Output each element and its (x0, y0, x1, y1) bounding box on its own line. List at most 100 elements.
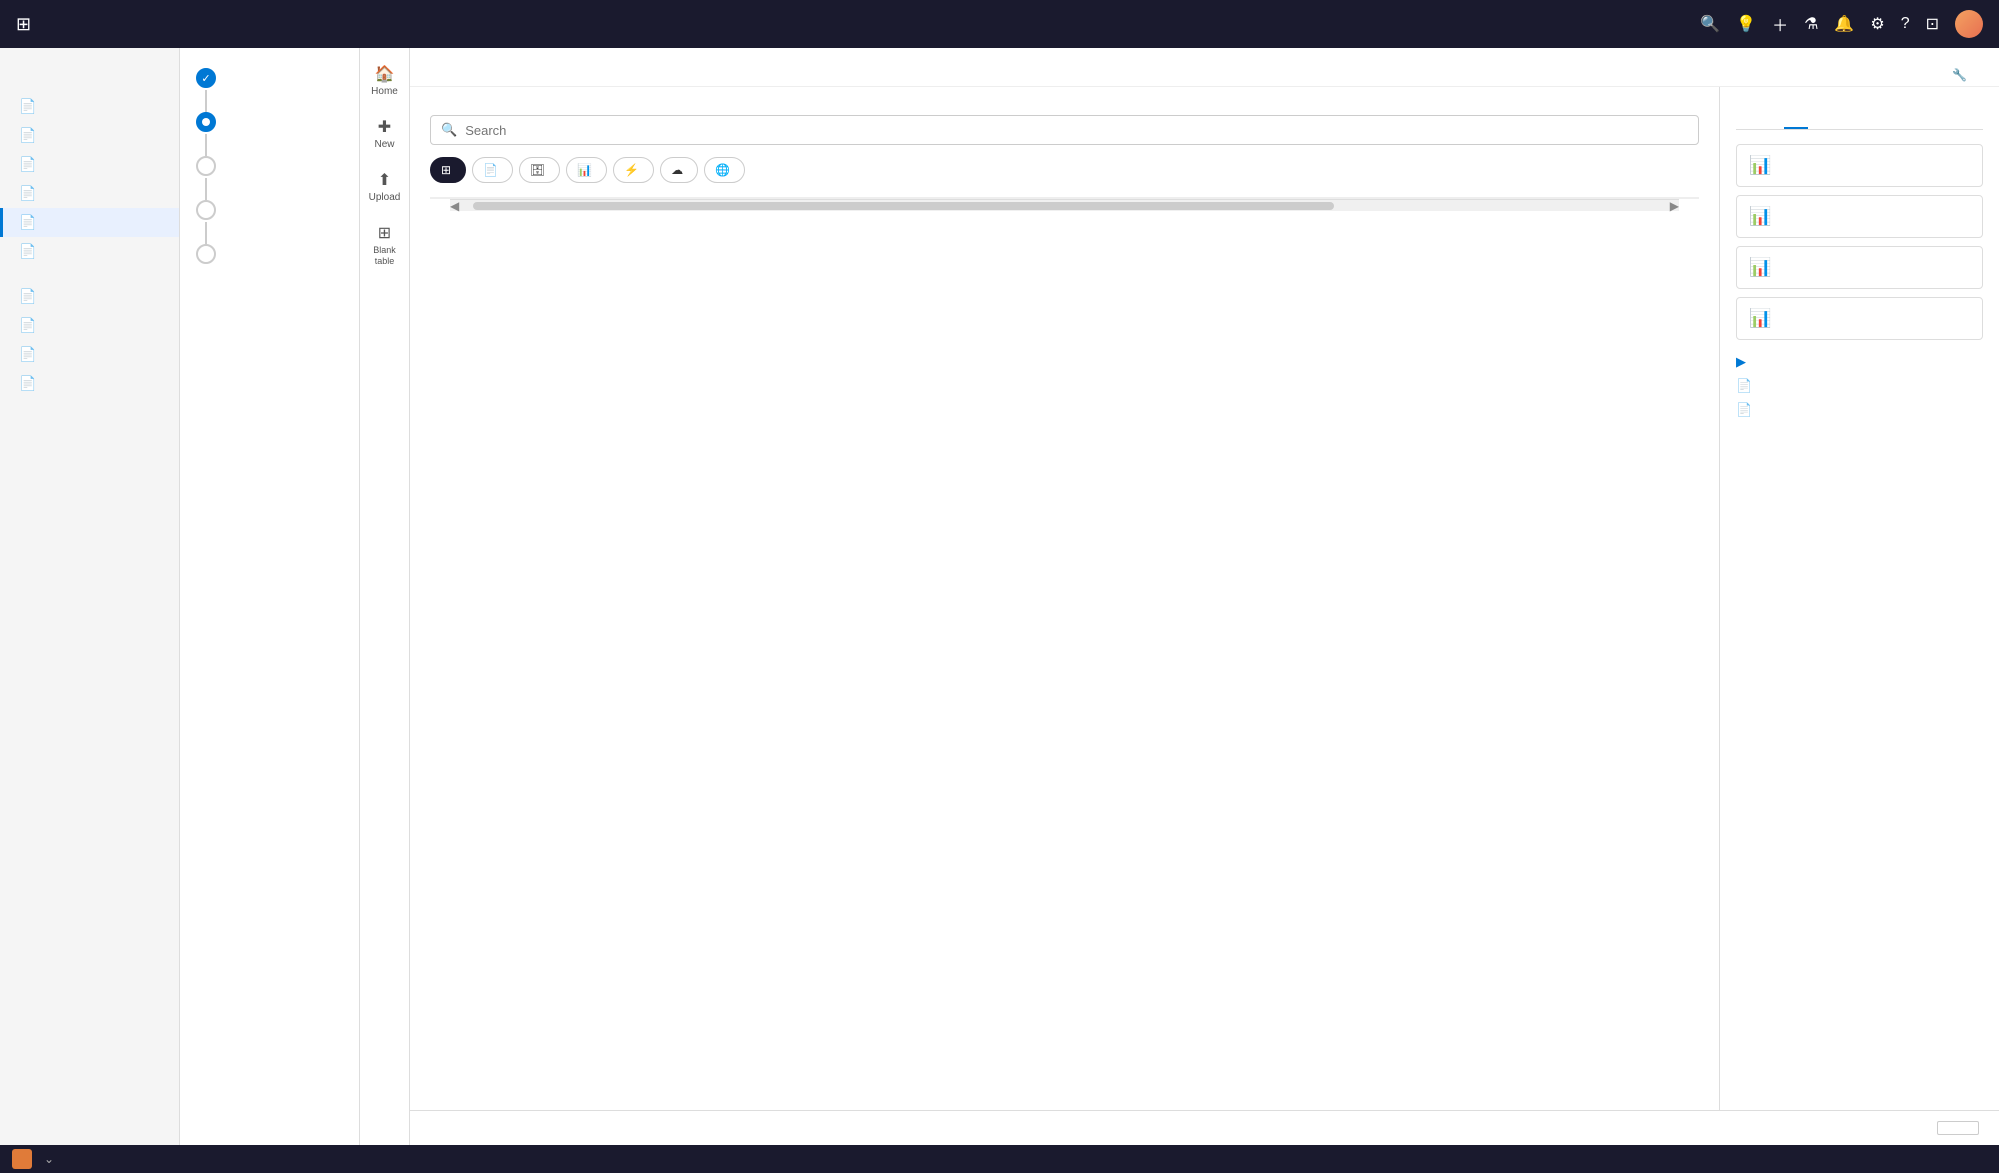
alloc-profiles-icon: 📄 (19, 375, 35, 392)
tip-video-icon: ▶ (1736, 354, 1746, 370)
sidebar-item-calculation-models[interactable]: 📄 (0, 311, 179, 340)
sidebar-section-calculations (0, 266, 179, 282)
blank-table-icon: ⊞ (378, 223, 391, 243)
sidebar-item-factor-libraries[interactable]: 📄 (0, 282, 179, 311)
main-content: 🔧 🔍 ⊞ (410, 48, 1999, 1145)
filter-azure-icon: ☁ (671, 163, 683, 177)
wizard-step-4 (196, 200, 343, 220)
sidebar-item-allocation-profiles[interactable]: 📄 (0, 369, 179, 398)
content-body: 🔍 ⊞ 📄 🗄 (410, 87, 1999, 1110)
step-2-circle (196, 112, 216, 132)
wizard-step-2 (196, 112, 343, 132)
carbon-activities-icon: 📄 (19, 98, 35, 115)
filter-tab-all[interactable]: ⊞ (430, 157, 466, 183)
tab-checklist[interactable] (1760, 115, 1784, 129)
filter-all-icon: ⊞ (441, 163, 451, 177)
data-imports-icon: 📄 (19, 214, 35, 231)
filter-tab-azure[interactable]: ☁ (660, 157, 698, 183)
nav-strip: 🏠 Home ✚ New ⬆ Upload ⊞ Blank table (360, 48, 410, 1145)
waste-data-icon: 📄 (19, 156, 35, 173)
template-item-carbon-activity: 📊 (1736, 195, 1983, 238)
tab-data[interactable] (1736, 115, 1760, 129)
calc-models-icon: 📄 (19, 317, 35, 334)
tip-video[interactable]: ▶ (1736, 354, 1983, 370)
template-carbon-emissions-icon: 📊 (1749, 257, 1771, 278)
home-icon: 🏠 (375, 64, 395, 84)
sidebar-item-water-data[interactable]: 📄 (0, 121, 179, 150)
lightbulb-icon[interactable]: 💡 (1736, 14, 1756, 34)
layout-icon[interactable]: ⊡ (1926, 14, 1939, 34)
hide-tools-button[interactable]: 🔧 (1944, 64, 1979, 86)
tab-templates-tips[interactable] (1784, 115, 1808, 129)
tip-transform-icon: 📄 (1736, 378, 1752, 394)
template-item-water: 📊 (1736, 297, 1983, 340)
nav-blank-table[interactable]: ⊞ Blank table (360, 215, 409, 275)
data-providers-icon: 📄 (19, 243, 35, 260)
upload-icon: ⬆ (378, 170, 391, 190)
filter-tab-fabric[interactable]: 📊 (566, 157, 607, 183)
status-item-data: ⌄ (12, 1149, 54, 1169)
filter-icon[interactable]: ⚗ (1804, 14, 1818, 34)
right-panel-tabs (1736, 115, 1983, 130)
template-water-icon: 📊 (1749, 308, 1771, 329)
search-icon[interactable]: 🔍 (1700, 14, 1720, 34)
water-data-icon: 📄 (19, 127, 35, 144)
new-icon: ✚ (378, 117, 391, 137)
cancel-button[interactable] (1937, 1121, 1979, 1135)
filter-pp-icon: ⚡ (624, 163, 639, 177)
filter-online-icon: 🌐 (715, 163, 730, 177)
avatar[interactable] (1955, 10, 1983, 38)
filter-database-icon: 🗄 (530, 163, 545, 177)
horizontal-scrollbar[interactable]: ◀ ▶ (450, 199, 1679, 211)
status-icon (12, 1149, 32, 1169)
template-item-reference: 📊 (1736, 144, 1983, 187)
search-bar: 🔍 (430, 115, 1699, 145)
app-grid-icon[interactable]: ⊞ (16, 14, 31, 35)
step-4-circle (196, 200, 216, 220)
status-chevron-icon[interactable]: ⌄ (44, 1152, 54, 1166)
wizard-step-1: ✓ (196, 68, 343, 88)
left-sidebar: 📄 📄 📄 📄 📄 📄 (0, 48, 180, 1145)
nav-new[interactable]: ✚ New (360, 109, 409, 158)
factor-libraries-icon: 📄 (19, 288, 35, 305)
sidebar-item-carbon-activities[interactable]: 📄 (0, 92, 179, 121)
search-input[interactable] (465, 123, 1688, 138)
tip-pq-icon: 📄 (1736, 402, 1752, 418)
filter-tab-database[interactable]: 🗄 (519, 157, 560, 183)
sidebar-item-calculation-profiles[interactable]: 📄 (0, 340, 179, 369)
bottom-bar (410, 1110, 1999, 1145)
template-carbon-activity-icon: 📊 (1749, 206, 1771, 227)
filter-fabric-icon: 📊 (577, 163, 592, 177)
topbar: ⊞ 🔍 💡 ＋ ⚗ 🔔 ⚙ ? ⊡ (0, 0, 1999, 48)
step-5-circle (196, 244, 216, 264)
wizard-step-5 (196, 244, 343, 264)
sidebar-item-data-capture[interactable]: 📄 (0, 179, 179, 208)
plus-icon[interactable]: ＋ (1772, 12, 1788, 36)
sidebar-item-waste-data[interactable]: 📄 (0, 150, 179, 179)
wizard-panel: ✓ (180, 48, 360, 1145)
sidebar-section-data-management (0, 80, 179, 92)
status-bar: ⌄ (0, 1145, 1999, 1173)
tip-power-query[interactable]: 📄 (1736, 402, 1983, 418)
topbar-icons: 🔍 💡 ＋ ⚗ 🔔 ⚙ ? ⊡ (1700, 10, 1983, 38)
question-icon[interactable]: ? (1901, 15, 1910, 33)
settings-icon[interactable]: ⚙ (1870, 14, 1884, 34)
filter-tab-file[interactable]: 📄 (472, 157, 513, 183)
step-3-circle (196, 156, 216, 176)
sidebar-item-data-imports[interactable]: 📄 (0, 208, 179, 237)
right-panel: 📊 📊 📊 (1719, 87, 1999, 1110)
template-reference-icon: 📊 (1749, 155, 1771, 176)
data-capture-icon: 📄 (19, 185, 35, 202)
wizard-step-3 (196, 156, 343, 176)
tip-transform-data[interactable]: 📄 (1736, 378, 1983, 394)
bell-icon[interactable]: 🔔 (1834, 14, 1854, 34)
nav-upload[interactable]: ⬆ Upload (360, 162, 409, 211)
filter-file-icon: 📄 (483, 163, 498, 177)
hamburger-menu[interactable] (0, 60, 179, 72)
filter-tab-power-platform[interactable]: ⚡ (613, 157, 654, 183)
filter-tabs: ⊞ 📄 🗄 📊 (430, 157, 1699, 183)
nav-home[interactable]: 🏠 Home (360, 56, 409, 105)
step-1-circle: ✓ (196, 68, 216, 88)
sidebar-item-data-providers[interactable]: 📄 (0, 237, 179, 266)
filter-tab-online-services[interactable]: 🌐 (704, 157, 745, 183)
